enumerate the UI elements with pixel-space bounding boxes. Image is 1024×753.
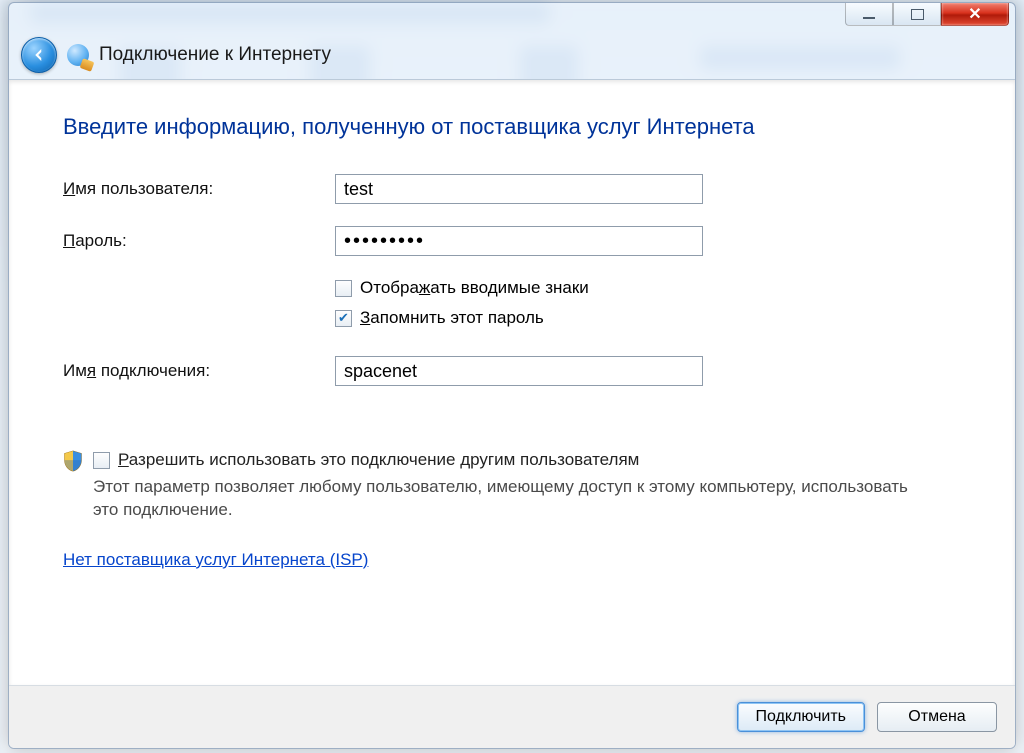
allow-other-users-checkbox[interactable] (93, 452, 110, 469)
remember-password-checkbox[interactable] (335, 310, 352, 327)
wizard-footer: Подключить Отмена (9, 685, 1015, 748)
internet-connection-icon (67, 44, 89, 66)
maximize-button[interactable] (893, 3, 941, 26)
allow-other-users-description: Этот параметр позволяет любому пользоват… (93, 476, 913, 522)
uac-shield-icon (63, 450, 83, 472)
show-characters-label: Отображать вводимые знаки (360, 278, 589, 298)
username-label: Имя пользователя: (63, 179, 335, 199)
page-heading: Введите информацию, полученную от постав… (63, 114, 961, 140)
cancel-button[interactable]: Отмена (877, 702, 997, 732)
allow-other-users-label: Разрешить использовать это подключение д… (118, 450, 639, 470)
connection-name-input[interactable] (335, 356, 703, 386)
wizard-window: ✕ Подключение к Интернету Введите информ… (8, 2, 1016, 749)
username-row: Имя пользователя: (63, 174, 961, 204)
remember-password-row: Запомнить этот пароль (335, 308, 961, 328)
no-isp-link[interactable]: Нет поставщика услуг Интернета (ISP) (63, 550, 368, 570)
window-caption: ✕ (9, 3, 1015, 31)
connection-name-row: Имя подключения: (63, 356, 961, 386)
back-arrow-icon (30, 46, 48, 64)
back-button[interactable] (21, 37, 57, 73)
share-connection-block: Разрешить использовать это подключение д… (63, 450, 961, 522)
password-input[interactable] (335, 226, 703, 256)
show-characters-row: Отображать вводимые знаки (335, 278, 961, 298)
username-input[interactable] (335, 174, 703, 204)
show-characters-checkbox[interactable] (335, 280, 352, 297)
wizard-body: Введите информацию, полученную от постав… (9, 79, 1015, 685)
minimize-button[interactable] (845, 3, 893, 26)
connection-name-label: Имя подключения: (63, 361, 335, 381)
remember-password-label: Запомнить этот пароль (360, 308, 544, 328)
wizard-header: Подключение к Интернету (9, 31, 1015, 79)
wizard-title: Подключение к Интернету (99, 44, 331, 66)
password-row: Пароль: (63, 226, 961, 256)
close-button[interactable]: ✕ (941, 3, 1009, 26)
connect-button[interactable]: Подключить (737, 702, 865, 732)
password-label: Пароль: (63, 231, 335, 251)
